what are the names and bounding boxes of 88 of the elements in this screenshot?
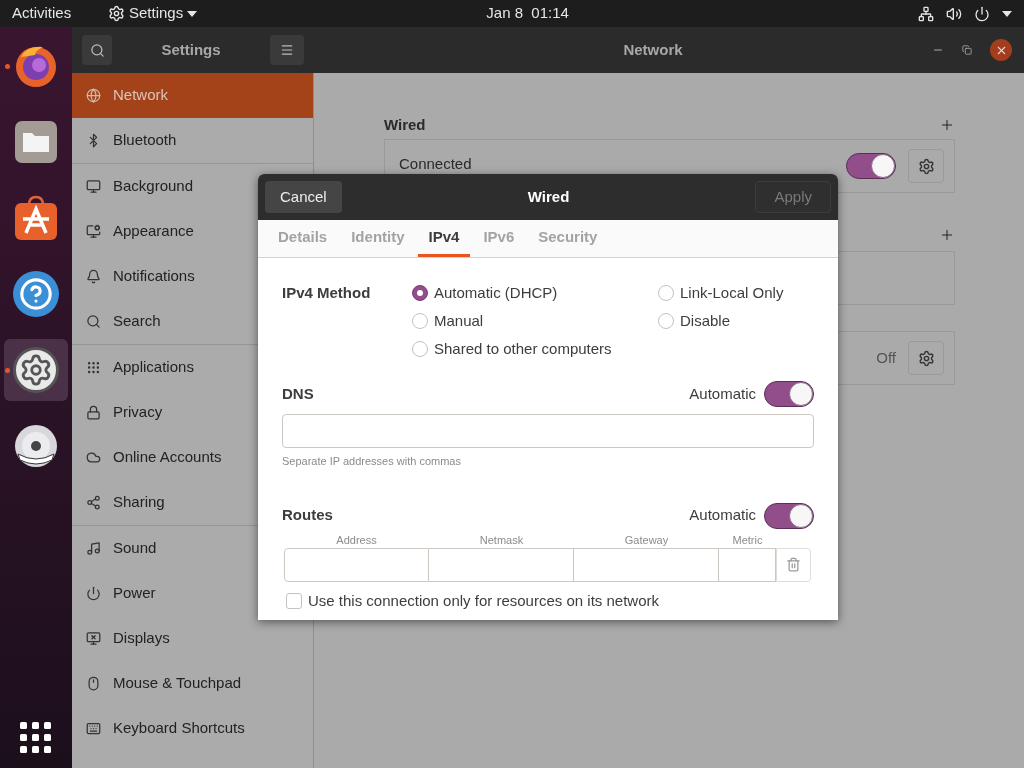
toggle-switch[interactable]	[764, 381, 814, 407]
activities-button[interactable]: Activities	[12, 2, 108, 25]
cancel-button[interactable]: Cancel	[265, 181, 342, 213]
radio-button[interactable]	[658, 285, 674, 301]
app-grid-icon[interactable]	[20, 722, 52, 754]
radio-label: Link-Local Only	[680, 282, 784, 303]
radio-label: Shared to other computers	[434, 338, 612, 359]
caret-icon[interactable]	[1002, 10, 1012, 17]
help-icon	[13, 271, 59, 317]
checkbox-label: Use this connection only for resources on its network	[308, 590, 659, 611]
search-icon	[89, 42, 105, 58]
radio-button[interactable]	[412, 341, 428, 357]
mouse-icon	[86, 676, 101, 691]
cloud-icon	[86, 450, 101, 465]
sidebar-item[interactable]: Displays	[72, 616, 313, 661]
sidebar-item[interactable]: Bluetooth	[72, 118, 313, 163]
settings-button[interactable]	[908, 341, 944, 375]
volume-icon[interactable]	[946, 5, 962, 22]
sidebar-item[interactable]: Keyboard Shortcuts	[72, 706, 313, 751]
grid-icon	[86, 360, 101, 375]
menu-icon	[280, 43, 294, 57]
close-button[interactable]	[990, 39, 1012, 61]
power-icon	[86, 586, 101, 601]
dialog-title: Wired	[527, 186, 570, 207]
radio-label: Disable	[680, 310, 731, 331]
route-field[interactable]	[574, 547, 719, 582]
section-title: Routes	[282, 505, 333, 526]
apply-button: Apply	[755, 181, 831, 213]
trash-icon	[786, 557, 801, 572]
radio-label: Manual	[434, 310, 484, 331]
dns-field[interactable]	[282, 414, 814, 448]
running-indicator	[5, 64, 10, 69]
folder-icon	[14, 120, 58, 164]
radio-button[interactable]	[412, 285, 428, 301]
radio-button[interactable]	[412, 313, 428, 329]
disc-icon	[14, 424, 58, 468]
music-note-icon	[86, 541, 101, 556]
search-icon	[86, 314, 101, 329]
tab[interactable]: IPv4	[417, 220, 471, 257]
radio-button[interactable]	[658, 313, 674, 329]
keyboard-icon	[86, 721, 101, 736]
monitor-icon	[86, 631, 101, 646]
sidebar-title: Settings	[161, 39, 221, 60]
network-icon[interactable]	[918, 5, 934, 22]
hint-text: Separate IP addresses with commas	[282, 454, 462, 469]
gear-icon	[917, 157, 935, 175]
connection-status: Connected	[399, 153, 472, 174]
sidebar-item[interactable]: Network	[72, 73, 313, 118]
caret-icon	[187, 10, 198, 17]
checkbox[interactable]	[286, 592, 302, 609]
settings-icon	[13, 347, 59, 393]
add-icon[interactable]	[939, 227, 955, 243]
proxy-status: Off	[876, 347, 896, 368]
clock[interactable]: Jan 8 01:14	[486, 2, 569, 25]
monitor-icon	[86, 179, 101, 194]
app-menu[interactable]: Settings	[108, 2, 198, 25]
bell-icon	[86, 269, 101, 284]
sidebar-item[interactable]: Sound	[72, 526, 313, 571]
gear-icon	[108, 5, 125, 22]
route-field[interactable]	[284, 547, 429, 582]
power-icon[interactable]	[974, 5, 990, 22]
dock-item[interactable]	[4, 339, 68, 401]
switch-label: Automatic	[689, 505, 756, 526]
switch-label: Automatic	[689, 383, 756, 404]
lock-icon	[86, 405, 101, 420]
route-field[interactable]	[429, 547, 574, 582]
add-icon[interactable]	[939, 117, 955, 133]
route-field[interactable]	[719, 547, 776, 582]
gear-icon	[917, 349, 935, 367]
settings-button[interactable]	[908, 149, 944, 183]
sidebar-item[interactable]: Mouse & Touchpad	[72, 661, 313, 706]
column-header: Gateway	[623, 532, 670, 548]
running-indicator	[5, 368, 10, 373]
toggle-switch[interactable]	[764, 502, 814, 529]
window-title: Network	[623, 39, 683, 60]
globe-icon	[86, 88, 101, 103]
menu-button[interactable]	[270, 35, 304, 65]
share-icon	[86, 495, 101, 510]
section-title: Wired	[384, 114, 426, 135]
restore-icon[interactable]	[962, 45, 972, 55]
monitor-icon	[86, 224, 101, 239]
column-header: Netmask	[478, 532, 525, 548]
toggle-switch[interactable]	[846, 153, 896, 179]
column-header: Address	[335, 532, 378, 548]
column-header: Metric	[731, 532, 764, 548]
radio-label: Automatic (DHCP)	[434, 282, 558, 303]
search-button[interactable]	[82, 35, 112, 65]
shopping-bag-icon	[14, 195, 58, 241]
